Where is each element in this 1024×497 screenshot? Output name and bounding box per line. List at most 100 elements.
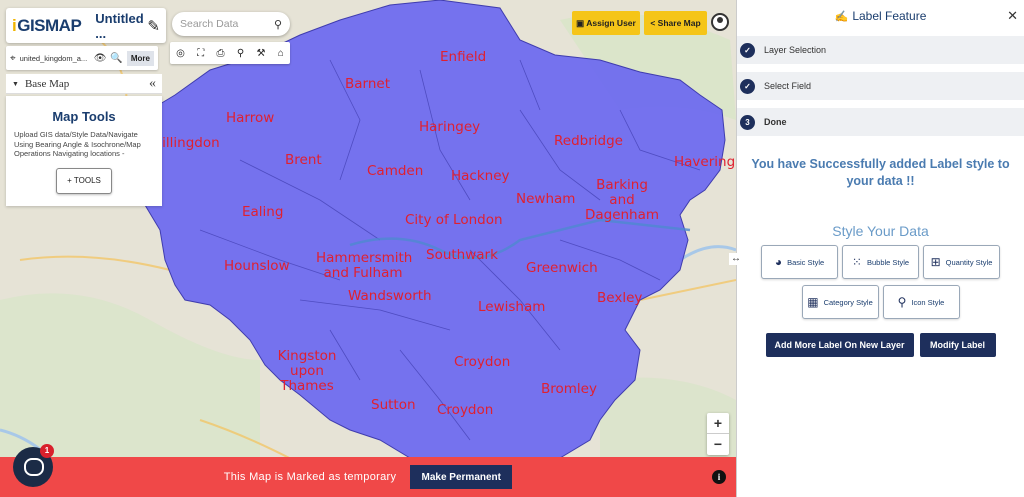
- district-label: Croydon: [437, 402, 494, 418]
- district-label: Kingston upon Thames: [277, 348, 337, 394]
- layer-icon: ⌖: [10, 52, 16, 64]
- panel-actions: Add More Label On New Layer Modify Label: [737, 333, 1024, 357]
- style-label: Icon Style: [911, 297, 945, 307]
- district-label: Bromley: [541, 381, 597, 397]
- quantity-style-button[interactable]: ⊞ Quantity Style: [923, 245, 1000, 279]
- style-label: Basic Style: [787, 257, 825, 267]
- district-label: Haringey: [419, 119, 481, 135]
- check-icon: ✓: [740, 42, 755, 58]
- step-label: Done: [764, 117, 787, 127]
- style-label: Bubble Style: [866, 257, 910, 267]
- label-pen-icon: ✍: [834, 10, 849, 23]
- district-label: Enfield: [440, 49, 487, 65]
- search-location-icon[interactable]: ⚲: [237, 48, 244, 59]
- layer-row[interactable]: ⌖ united_kingdom_a... 👁 🔍 More: [6, 46, 158, 70]
- home-icon[interactable]: ⌂: [278, 48, 284, 59]
- district-label: Ealing: [242, 204, 284, 220]
- step-label: Layer Selection: [764, 45, 827, 55]
- icon-style-button[interactable]: ⚲ Icon Style: [882, 285, 960, 319]
- district-label: Brent: [285, 152, 322, 168]
- step-label: Select Field: [764, 81, 812, 91]
- category-style-button[interactable]: ▦ Category Style: [801, 285, 879, 319]
- style-options-row-2: ▦ Category Style ⚲ Icon Style: [737, 285, 1024, 319]
- zoom-in-button[interactable]: +: [707, 413, 729, 434]
- bubble-style-button[interactable]: ⁙ Bubble Style: [842, 245, 919, 279]
- print-icon[interactable]: ⎙: [217, 48, 225, 59]
- quantity-style-icon: ⊞: [930, 255, 941, 269]
- fullscreen-icon[interactable]: ⛶: [197, 48, 204, 59]
- make-permanent-button[interactable]: Make Permanent: [410, 465, 513, 489]
- district-label: Southwark: [426, 247, 498, 263]
- style-label: Category Style: [823, 297, 873, 307]
- map-tools-description: Upload GIS data/Style Data/Navigate Usin…: [14, 130, 141, 158]
- step-done[interactable]: 3 Done: [737, 108, 1024, 136]
- step-number: 3: [740, 114, 755, 130]
- bubble-style-icon: ⁙: [851, 255, 862, 269]
- district-label: City of London: [405, 212, 503, 228]
- district-label: Wandsworth: [348, 288, 432, 304]
- district-label: Lewisham: [478, 299, 546, 315]
- assign-user-button[interactable]: ▣ Assign User: [572, 11, 640, 35]
- panel-header: ✍ Label Feature ✕: [737, 0, 1024, 32]
- search-icon[interactable]: ⚲: [274, 18, 282, 31]
- map-title[interactable]: Untitled ...: [95, 11, 147, 41]
- map-toolbar: ◎ ⛶ ⎙ ⚲ ⚒ ⌂: [170, 42, 290, 64]
- map-tools-card: Map Tools Upload GIS data/Style Data/Nav…: [6, 96, 162, 206]
- map-tools-title: Map Tools: [52, 109, 116, 124]
- check-icon: ✓: [740, 78, 755, 94]
- district-label: Hackney: [451, 168, 510, 184]
- district-label: Bexley: [597, 290, 643, 306]
- district-label: Croydon: [454, 354, 511, 370]
- district-label: Greenwich: [526, 260, 598, 276]
- district-label: Redbridge: [554, 133, 623, 149]
- temporary-map-banner: This Map is Marked as temporary Make Per…: [0, 457, 736, 497]
- close-icon[interactable]: ✕: [1007, 8, 1018, 24]
- district-label: Havering: [674, 154, 736, 170]
- measure-icon[interactable]: ⚒: [256, 48, 265, 59]
- panel-title: Label Feature: [852, 9, 927, 23]
- district-label: Hounslow: [224, 258, 290, 274]
- chat-notification-badge: 1: [40, 444, 54, 458]
- success-message: You have Successfully added Label style …: [751, 157, 1010, 188]
- resize-handle-icon[interactable]: ↔: [729, 253, 743, 265]
- search-input[interactable]: [180, 18, 270, 30]
- temporary-map-text: This Map is Marked as temporary: [223, 471, 397, 483]
- zoom-to-layer-icon[interactable]: 🔍: [110, 53, 122, 64]
- pencil-icon[interactable]: ✎: [147, 17, 160, 35]
- step-layer-selection[interactable]: ✓ Layer Selection: [737, 36, 1024, 64]
- district-label: Hillingdon: [152, 135, 220, 151]
- step-select-field[interactable]: ✓ Select Field: [737, 72, 1024, 100]
- eye-icon[interactable]: 👁: [94, 53, 107, 64]
- share-map-button[interactable]: < Share Map: [644, 11, 707, 35]
- zoom-control: + −: [707, 413, 729, 455]
- base-map-toggle[interactable]: ▼ Base Map «: [6, 74, 162, 94]
- basic-style-button[interactable]: ◕ Basic Style: [761, 245, 838, 279]
- zoom-out-button[interactable]: −: [707, 434, 729, 455]
- user-badge-icon: ▣: [576, 17, 585, 28]
- basic-style-icon: ◕: [774, 255, 783, 269]
- style-your-data-title: Style Your Data: [832, 223, 929, 239]
- locate-icon[interactable]: ◎: [176, 48, 185, 59]
- gismap-logo[interactable]: i GISMAP: [12, 16, 82, 36]
- label-feature-panel: ✍ Label Feature ✕ ✓ Layer Selection ✓ Se…: [736, 0, 1024, 497]
- layer-name[interactable]: united_kingdom_a...: [20, 54, 88, 63]
- modify-label-button[interactable]: Modify Label: [919, 333, 996, 357]
- info-icon[interactable]: i: [712, 470, 726, 484]
- pin-icon: ⚲: [897, 295, 907, 309]
- add-more-label-button[interactable]: Add More Label On New Layer: [765, 333, 914, 357]
- caret-down-icon: ▼: [12, 79, 19, 88]
- district-label: Harrow: [226, 110, 275, 126]
- more-button[interactable]: More: [126, 50, 154, 66]
- account-icon[interactable]: [711, 13, 729, 31]
- share-icon: <: [650, 18, 656, 28]
- base-map-label: Base Map: [24, 77, 70, 90]
- collapse-panel-icon[interactable]: «: [149, 76, 156, 92]
- app-header-card: i GISMAP Untitled ... ✎: [6, 8, 166, 43]
- style-options-row-1: ◕ Basic Style ⁙ Bubble Style ⊞ Quantity …: [737, 245, 1024, 279]
- district-label: Barnet: [345, 76, 391, 92]
- style-label: Quantity Style: [945, 257, 993, 267]
- tools-button[interactable]: + TOOLS: [56, 167, 112, 194]
- search-box[interactable]: ⚲: [172, 12, 290, 36]
- district-label: Sutton: [371, 397, 416, 413]
- district-label: Barking and Dagenham: [584, 177, 660, 223]
